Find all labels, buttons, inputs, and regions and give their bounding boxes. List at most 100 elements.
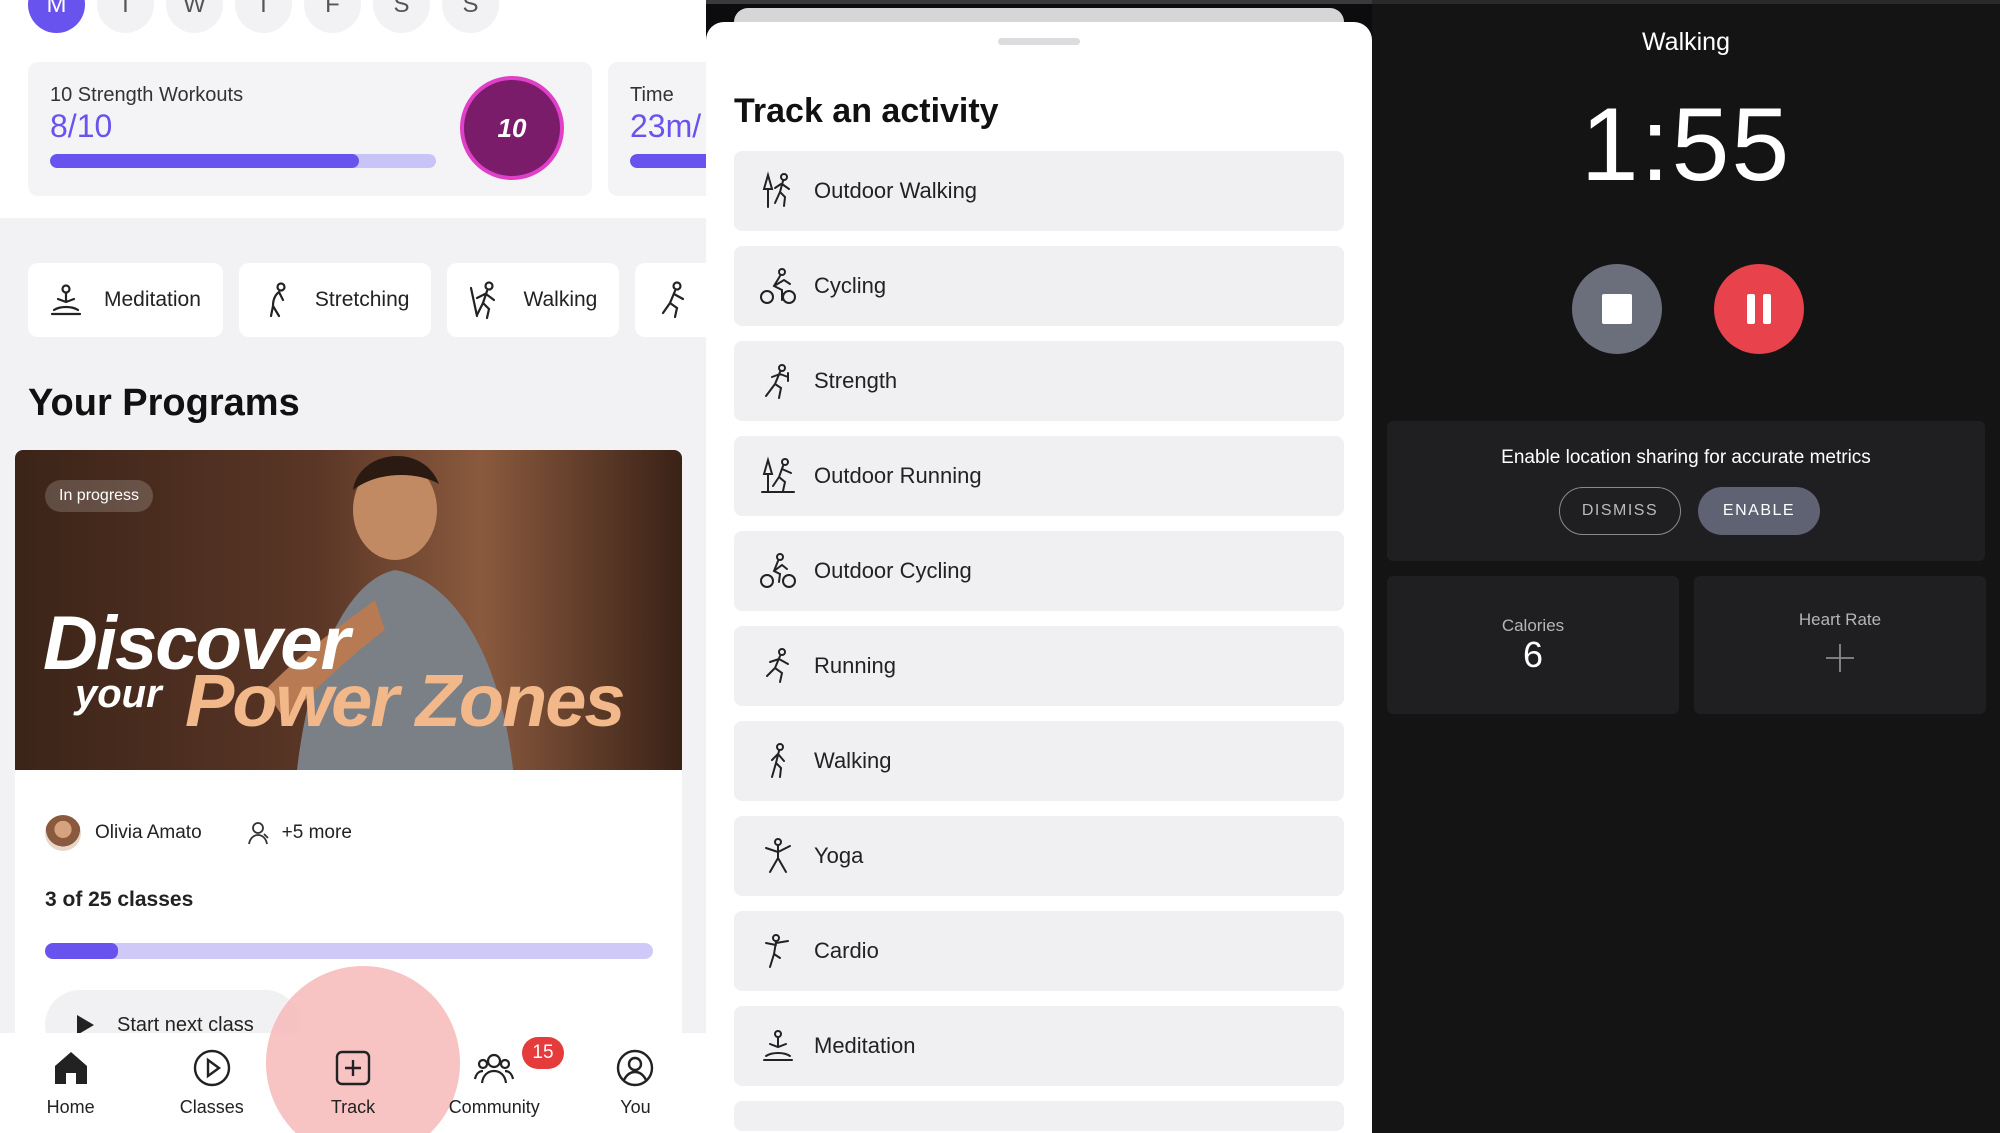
activity-label: Running	[814, 653, 896, 678]
stretching-icon	[269, 282, 286, 318]
meditation-icon	[763, 1030, 793, 1061]
yoga-icon	[765, 838, 791, 873]
weekday-wednesday[interactable]: W	[166, 0, 223, 33]
program-card[interactable]: In progress Discover your Power Zones Ol…	[15, 450, 682, 1050]
home-icon	[54, 1052, 87, 1084]
strength-icon	[765, 364, 789, 399]
tab-classes[interactable]: Classes	[141, 1033, 282, 1133]
top-edge	[1372, 0, 2000, 4]
instructor-name: Olivia Amato	[95, 822, 202, 843]
classes-count: 3 of 25 classes	[45, 888, 194, 911]
goal-badge: 10	[460, 76, 564, 180]
activity-outdoor-walking[interactable]: Outdoor Walking	[734, 151, 1344, 231]
activity-running[interactable]: Running	[734, 626, 1344, 706]
goal-card-strength[interactable]: 10 Strength Workouts 8/10 10	[28, 62, 592, 196]
pause-button[interactable]	[1714, 264, 1804, 354]
calories-value: 6	[1522, 634, 1544, 675]
chip-running[interactable]	[635, 263, 706, 337]
activity-label: Cycling	[814, 273, 887, 298]
sheet-drag-handle[interactable]	[998, 38, 1080, 45]
instructors-icon	[247, 822, 269, 845]
screen: M T W T F S S 10 Strength Workouts 8/10 …	[0, 0, 2000, 1133]
weekday-saturday[interactable]: S	[373, 0, 430, 33]
activity-walking[interactable]: Walking	[734, 721, 1344, 801]
activity-cardio[interactable]: Cardio	[734, 911, 1344, 991]
chip-label: Meditation	[104, 288, 201, 311]
running-icon	[766, 648, 789, 683]
instructor-row: Olivia Amato +5 more	[45, 815, 352, 851]
weekday-tuesday[interactable]: T	[97, 0, 154, 33]
more-instructors: +5 more	[246, 820, 352, 846]
meditation-icon	[50, 284, 82, 316]
weekday-monday[interactable]: M	[28, 0, 85, 33]
stop-icon	[1602, 294, 1632, 324]
activity-cycling[interactable]: Cycling	[734, 246, 1344, 326]
hero-title-line3: Power Zones	[185, 659, 626, 742]
calories-metric: Calories 6	[1387, 576, 1679, 714]
weekday-sunday[interactable]: S	[442, 0, 499, 33]
enable-button[interactable]: ENABLE	[1698, 487, 1820, 535]
tab-label: You	[620, 1097, 651, 1117]
status-badge: In progress	[45, 480, 154, 512]
chip-label: Walking	[523, 288, 598, 311]
metric-label: Heart Rate	[1798, 610, 1882, 629]
cycling-icon	[760, 268, 796, 304]
program-hero-image: In progress Discover your Power Zones	[15, 450, 682, 770]
workout-timer: 1:55	[1580, 87, 1792, 203]
activity-label: Yoga	[814, 843, 864, 868]
workout-panel: Walking 1:55 Enable location sharing for…	[1372, 0, 2000, 1133]
goal-value: 8/10	[50, 108, 113, 144]
goal-card-time[interactable]: Time 23m/	[608, 62, 706, 196]
chip-meditation[interactable]: Meditation	[28, 263, 223, 337]
activity-label: Outdoor Running	[814, 463, 982, 488]
activity-label: Strength	[814, 368, 898, 393]
chip-walking[interactable]: Walking	[447, 263, 620, 337]
program-progress-fill	[45, 943, 118, 959]
tab-home[interactable]: Home	[0, 1033, 141, 1133]
activity-outdoor-cycling[interactable]: Outdoor Cycling	[734, 531, 1344, 611]
tab-label: Home	[46, 1097, 95, 1117]
dismiss-button[interactable]: DISMISS	[1559, 487, 1681, 535]
tab-track[interactable]: Track	[282, 1033, 423, 1133]
quick-activity-chips: Meditation Stretching Walking	[28, 263, 706, 337]
heart-rate-metric[interactable]: Heart Rate	[1694, 576, 1986, 714]
top-edge	[706, 0, 1372, 4]
home-panel: M T W T F S S 10 Strength Workouts 8/10 …	[0, 0, 706, 1133]
avatar	[45, 815, 81, 851]
walking-icon	[771, 743, 785, 778]
location-prompt-text: Enable location sharing for accurate met…	[1501, 447, 1871, 468]
tab-label: Classes	[179, 1097, 244, 1117]
activity-label: Walking	[814, 748, 892, 773]
metric-label: Calories	[1501, 616, 1565, 635]
weekday-friday[interactable]: F	[304, 0, 361, 33]
stop-button[interactable]	[1572, 264, 1662, 354]
more-label: +5 more	[281, 822, 352, 843]
weekday-thursday[interactable]: T	[235, 0, 292, 33]
activity-label: Cardio	[814, 938, 879, 963]
goal-progress-fill	[630, 154, 706, 168]
chip-label: Stretching	[314, 288, 410, 311]
activity-yoga[interactable]: Yoga	[734, 816, 1344, 896]
outdoor-walking-icon	[762, 171, 790, 208]
tab-label: Track	[330, 1097, 376, 1117]
plus-square-icon	[335, 1050, 371, 1086]
activity-outdoor-running[interactable]: Outdoor Running	[734, 436, 1344, 516]
outdoor-running-icon	[761, 456, 795, 493]
program-progress-bar	[45, 943, 653, 959]
activity-meditation[interactable]: Meditation	[734, 1006, 1344, 1086]
hero-title-line2: your	[75, 672, 162, 716]
tab-you[interactable]: You	[565, 1033, 706, 1133]
cardio-icon	[765, 934, 789, 968]
outdoor-cycling-icon	[760, 553, 796, 588]
play-circle-icon	[193, 1049, 230, 1087]
notification-badge: 15	[522, 1037, 564, 1069]
chip-stretching[interactable]: Stretching	[238, 263, 432, 337]
location-prompt-card: Enable location sharing for accurate met…	[1387, 421, 1985, 561]
bottom-tab-items: Home Classes Track Community You	[0, 1033, 706, 1133]
profile-icon	[617, 1049, 654, 1087]
goal-title: Time	[630, 84, 674, 106]
goal-progress-bar	[50, 154, 436, 168]
activity-strength[interactable]: Strength	[734, 341, 1344, 421]
running-icon	[662, 281, 685, 319]
goal-title: 10 Strength Workouts	[50, 84, 244, 106]
